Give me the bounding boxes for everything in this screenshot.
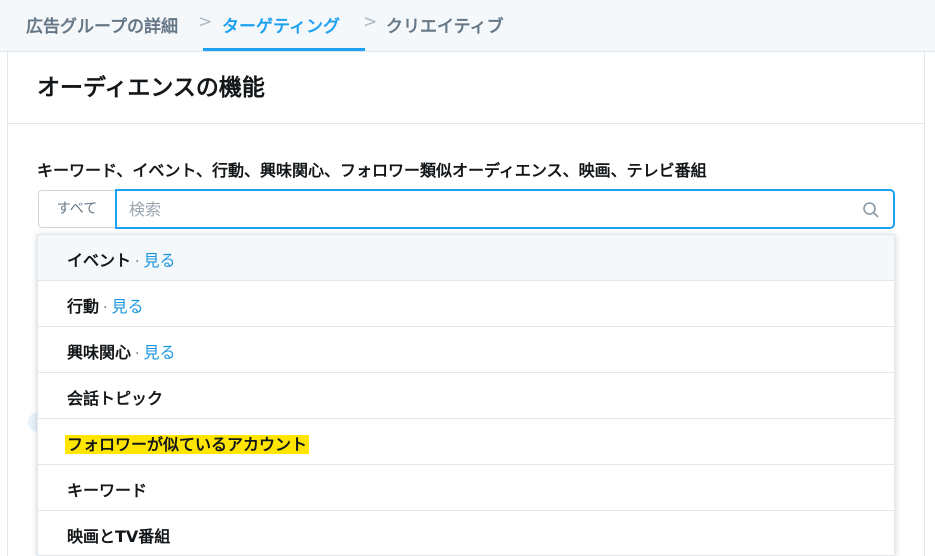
breadcrumb-ad-group-details[interactable]: 広告グループの詳細 <box>26 12 178 37</box>
breadcrumb-nav: 広告グループの詳細 > ターゲティング > クリエイティブ <box>0 0 935 52</box>
search-icon[interactable] <box>861 200 881 220</box>
dropdown-item-follower-lookalikes[interactable]: フォロワーが似ているアカウント <box>38 419 894 465</box>
item-label: 行動 <box>67 297 100 316</box>
dropdown-item-events[interactable]: イベント · 見る <box>38 235 894 281</box>
breadcrumb-targeting[interactable]: ターゲティング <box>222 12 340 37</box>
view-interests-link[interactable]: 見る <box>143 343 175 362</box>
breadcrumb-creative[interactable]: クリエイティブ <box>386 12 504 37</box>
dropdown-item-keywords[interactable]: キーワード <box>38 465 894 511</box>
item-label: 映画とTV番組 <box>67 527 171 546</box>
search-scope-button[interactable]: すべて <box>38 190 116 228</box>
card-title: オーディエンスの機能 <box>37 75 265 101</box>
item-label: 興味関心 <box>67 343 132 362</box>
item-label: イベント <box>67 251 132 270</box>
dropdown-item-movies-tv[interactable]: 映画とTV番組 <box>38 511 894 556</box>
search-box <box>115 189 895 229</box>
chevron-right-icon: > <box>363 12 378 32</box>
view-behaviors-link[interactable]: 見る <box>111 297 143 316</box>
active-tab-indicator <box>203 48 365 51</box>
item-label: 会話トピック <box>67 389 164 408</box>
separator-dot: · <box>103 300 108 316</box>
divider <box>8 123 924 124</box>
separator-dot: · <box>135 346 140 362</box>
dropdown-item-conversation-topics[interactable]: 会話トピック <box>38 373 894 419</box>
section-label: キーワード、イベント、行動、興味関心、フォロワー類似オーディエンス、映画、テレビ… <box>37 161 707 180</box>
separator-dot: · <box>135 254 140 270</box>
item-label: キーワード <box>67 481 148 500</box>
view-events-link[interactable]: 見る <box>143 251 175 270</box>
dropdown-item-behaviors[interactable]: 行動 · 見る <box>38 281 894 327</box>
item-label: フォロワーが似ているアカウント <box>65 435 310 454</box>
dropdown-item-interests[interactable]: 興味関心 · 見る <box>38 327 894 373</box>
audience-type-dropdown: イベント · 見る 行動 · 見る 興味関心 · 見る 会話トピック フォロワーが似ているア… <box>37 234 895 556</box>
chevron-right-icon: > <box>198 12 213 32</box>
search-input[interactable] <box>129 199 829 219</box>
